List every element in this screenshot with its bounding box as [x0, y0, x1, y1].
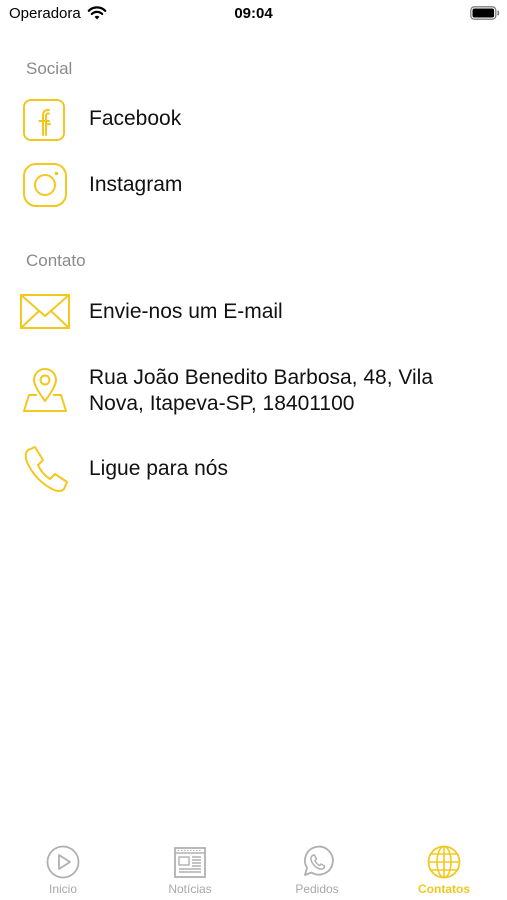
tab-pedidos[interactable]: Pedidos — [254, 844, 380, 900]
mail-icon — [20, 294, 70, 329]
email-label: Envie-nos um E-mail — [89, 300, 283, 323]
battery-icon — [470, 6, 500, 20]
facebook-label: Facebook — [89, 107, 182, 130]
social-item-facebook[interactable]: Facebook — [0, 95, 507, 147]
instagram-icon — [23, 163, 67, 207]
map-pin-icon — [23, 368, 67, 412]
tab-noticias[interactable]: Notícias — [127, 844, 253, 900]
tab-noticias-label: Notícias — [168, 882, 212, 896]
tab-bar: Inicio Notícias Pedidos Contatos — [0, 836, 507, 900]
section-header-social: Social — [26, 59, 73, 78]
status-time: 09:04 — [234, 5, 273, 22]
contacts-screen: Operadora 09:04 Social Facebook Instagra… — [0, 0, 507, 900]
phone-label: Ligue para nós — [89, 457, 228, 480]
tab-inicio-label: Inicio — [48, 882, 77, 896]
instagram-label: Instagram — [89, 173, 183, 196]
tab-contatos[interactable]: Contatos — [381, 844, 507, 900]
contact-item-address[interactable]: Rua João Benedito Barbosa, 48, Vila Nova… — [0, 362, 507, 418]
play-icon — [46, 845, 80, 879]
section-header-contato: Contato — [26, 251, 86, 270]
whatsapp-icon — [304, 845, 334, 876]
newspaper-icon — [174, 847, 206, 878]
contact-item-email[interactable]: Envie-nos um E-mail — [0, 287, 507, 337]
phone-icon — [24, 446, 68, 492]
social-item-instagram[interactable]: Instagram — [0, 160, 507, 212]
globe-icon — [427, 845, 461, 879]
address-label: Rua João Benedito Barbosa, 48, Vila Nova… — [89, 366, 434, 415]
facebook-icon — [23, 99, 65, 141]
contact-item-phone[interactable]: Ligue para nós — [0, 444, 507, 494]
status-bar: Operadora 09:04 — [0, 0, 507, 30]
tab-inicio[interactable]: Inicio — [0, 844, 126, 900]
tab-contatos-label: Contatos — [418, 882, 470, 896]
tab-pedidos-label: Pedidos — [295, 882, 339, 896]
